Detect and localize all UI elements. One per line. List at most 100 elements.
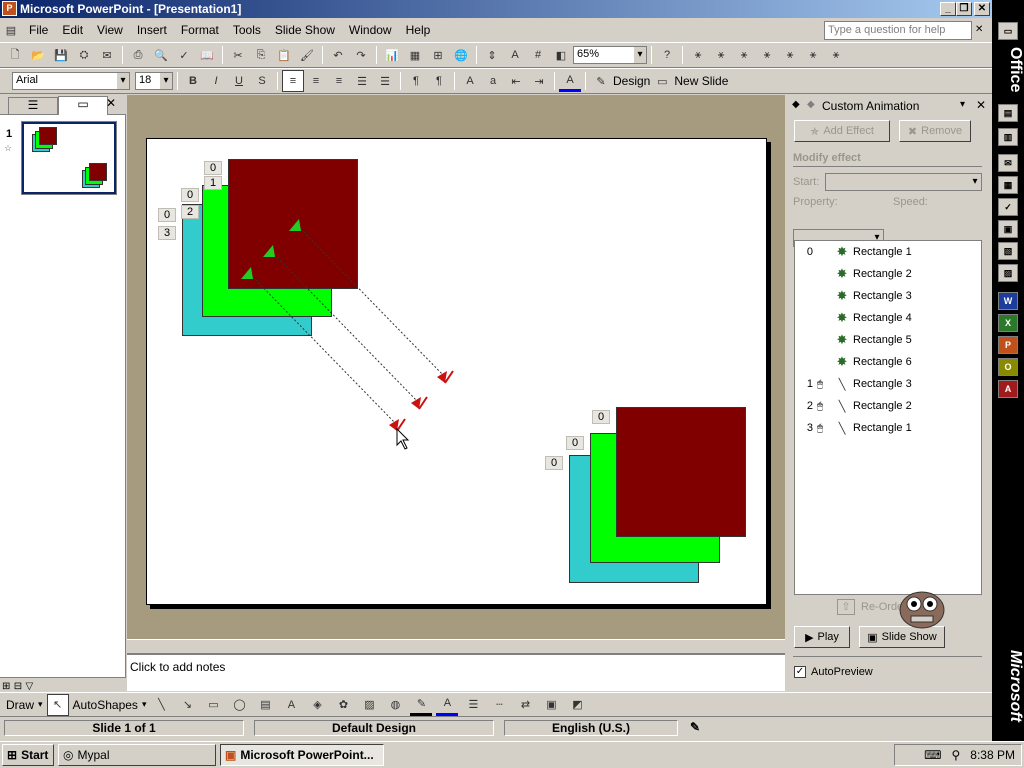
picture-icon[interactable]: ▨: [358, 694, 380, 716]
font-color-draw-icon[interactable]: A: [436, 694, 459, 716]
decrease-font-icon[interactable]: a: [482, 70, 504, 92]
animation-list-item[interactable]: ✸ Rectangle 6: [795, 351, 981, 373]
powerpoint-app-icon[interactable]: P: [2, 1, 17, 16]
print-preview-icon[interactable]: 🔍: [150, 44, 172, 66]
design-button[interactable]: Design: [613, 74, 650, 88]
menu-slide-show[interactable]: Slide Show: [268, 23, 342, 37]
spelling-status-icon[interactable]: ✎: [690, 720, 700, 734]
clipart-icon[interactable]: ✿: [332, 694, 354, 716]
line-icon[interactable]: ╲: [150, 694, 172, 716]
animation-list-item[interactable]: 0 ✸ Rectangle 1: [795, 241, 981, 263]
underline-icon[interactable]: U: [228, 70, 250, 92]
outline-tab-icon[interactable]: ☰: [8, 97, 58, 115]
line-style-icon[interactable]: ☰: [462, 694, 484, 716]
start-select[interactable]: [825, 173, 982, 191]
fill-color-icon[interactable]: ◍: [384, 694, 406, 716]
numbering-icon[interactable]: ☰: [351, 70, 373, 92]
animation-list-item[interactable]: ✸ Rectangle 5: [795, 329, 981, 351]
taskbar-powerpoint[interactable]: ▣ Microsoft PowerPoint...: [220, 744, 384, 766]
paste-icon[interactable]: 📋: [273, 44, 295, 66]
network-icon[interactable]: ⚲: [952, 748, 961, 762]
animation-list-item[interactable]: 3 🖱 ╲ Rectangle 1: [795, 417, 981, 439]
animation-list-item[interactable]: ✸ Rectangle 2: [795, 263, 981, 285]
save-icon[interactable]: 💾: [50, 44, 72, 66]
color-grayscale-icon[interactable]: ◧: [550, 44, 572, 66]
shadow-style-icon[interactable]: ▣: [540, 694, 562, 716]
draw-tool-icon-3[interactable]: ⚹: [733, 44, 755, 66]
menu-edit[interactable]: Edit: [55, 23, 90, 37]
outlook-icon[interactable]: O: [998, 358, 1018, 376]
redo-icon[interactable]: ↷: [350, 44, 372, 66]
permission-icon[interactable]: ⛭: [73, 44, 95, 66]
back-icon[interactable]: ◆: [792, 99, 800, 110]
zoom-select[interactable]: 65%: [573, 46, 647, 64]
taskbar-mypal[interactable]: ◎ Mypal: [58, 744, 216, 766]
word-icon[interactable]: W: [998, 292, 1018, 310]
decrease-indent-icon[interactable]: ⇤: [505, 70, 527, 92]
office-folder-icon[interactable]: ▭: [998, 22, 1018, 40]
expand-all-icon[interactable]: ⇕: [481, 44, 503, 66]
animation-list-item[interactable]: ✸ Rectangle 3: [795, 285, 981, 307]
increase-indent-icon[interactable]: ⇥: [528, 70, 550, 92]
journal-icon[interactable]: ▧: [998, 242, 1018, 260]
align-center-icon[interactable]: ≡: [305, 70, 327, 92]
rtl-icon[interactable]: ¶: [428, 70, 450, 92]
design-icon[interactable]: ✎: [590, 70, 612, 92]
menu-insert[interactable]: Insert: [130, 23, 174, 37]
minimize-button[interactable]: _: [940, 2, 956, 16]
arrow-icon[interactable]: ↘: [176, 694, 198, 716]
access-icon[interactable]: A: [998, 380, 1018, 398]
bullets-icon[interactable]: ☰: [374, 70, 396, 92]
textbox-icon[interactable]: ▤: [254, 694, 276, 716]
ltr-icon[interactable]: ¶: [405, 70, 427, 92]
play-button[interactable]: ▶ Play: [794, 626, 850, 648]
rectangle-icon[interactable]: ▭: [202, 694, 224, 716]
draw-tool-icon-6[interactable]: ⚹: [802, 44, 824, 66]
draw-tool-icon-5[interactable]: ⚹: [779, 44, 801, 66]
forward-icon[interactable]: ◆: [807, 99, 815, 110]
draw-tool-icon-1[interactable]: ⚹: [687, 44, 709, 66]
powerpoint-icon[interactable]: P: [998, 336, 1018, 354]
menu-help[interactable]: Help: [399, 23, 438, 37]
autoshapes-menu[interactable]: AutoShapes: [73, 698, 138, 712]
animation-list-item[interactable]: 2 🖱 ╲ Rectangle 2: [795, 395, 981, 417]
select-arrow-icon[interactable]: ↖: [46, 693, 69, 716]
keyboard-icon[interactable]: ⌨: [924, 748, 941, 762]
cut-icon[interactable]: ✂: [227, 44, 249, 66]
oval-icon[interactable]: ◯: [228, 694, 250, 716]
normal-view-icon[interactable]: ⊞: [0, 681, 10, 692]
contact-icon[interactable]: ▣: [998, 220, 1018, 238]
office-new-doc-icon[interactable]: ▤: [998, 104, 1018, 122]
arrow-style-icon[interactable]: ⇄: [514, 694, 536, 716]
sorter-view-icon[interactable]: ⊟: [14, 681, 22, 692]
new-icon[interactable]: 🗋: [4, 44, 26, 66]
increase-font-icon[interactable]: A: [459, 70, 481, 92]
format-painter-icon[interactable]: 🖌: [296, 44, 318, 66]
pane-menu-icon[interactable]: ▾: [960, 99, 965, 110]
3d-style-icon[interactable]: ◩: [566, 694, 588, 716]
diagram-icon[interactable]: ◈: [306, 694, 328, 716]
align-left-icon[interactable]: ≡: [282, 70, 304, 92]
slide-canvas[interactable]: 0 1 0 2 0 3 0 0 0: [146, 138, 767, 605]
spelling-icon[interactable]: ✓: [173, 44, 195, 66]
animation-list[interactable]: 0 ✸ Rectangle 1 ✸ Rectangle 2 ✸ Rectangle 3 ✸ Re…: [794, 240, 982, 595]
document-icon[interactable]: ▤: [0, 19, 22, 41]
align-right-icon[interactable]: ≡: [328, 70, 350, 92]
menu-format[interactable]: Format: [174, 23, 226, 37]
note-icon[interactable]: ▨: [998, 264, 1018, 282]
slide-thumbnail[interactable]: [21, 121, 117, 195]
line-color-icon[interactable]: ✎: [410, 694, 433, 716]
menu-window[interactable]: Window: [342, 23, 399, 37]
office-open-icon[interactable]: ▥: [998, 128, 1018, 146]
tables-borders-icon[interactable]: ⊞: [427, 44, 449, 66]
calendar-icon[interactable]: ▦: [998, 176, 1018, 194]
menu-view[interactable]: View: [90, 23, 130, 37]
pane-close-icon[interactable]: ✕: [976, 98, 986, 112]
mail-icon[interactable]: ✉: [998, 154, 1018, 172]
email-icon[interactable]: ✉: [96, 44, 118, 66]
remove-button[interactable]: ✖ Remove: [899, 120, 971, 142]
restore-button[interactable]: ❐: [956, 2, 972, 16]
draw-menu[interactable]: Draw: [6, 698, 34, 712]
grid-icon[interactable]: #: [527, 44, 549, 66]
font-color-icon[interactable]: A: [559, 70, 581, 92]
